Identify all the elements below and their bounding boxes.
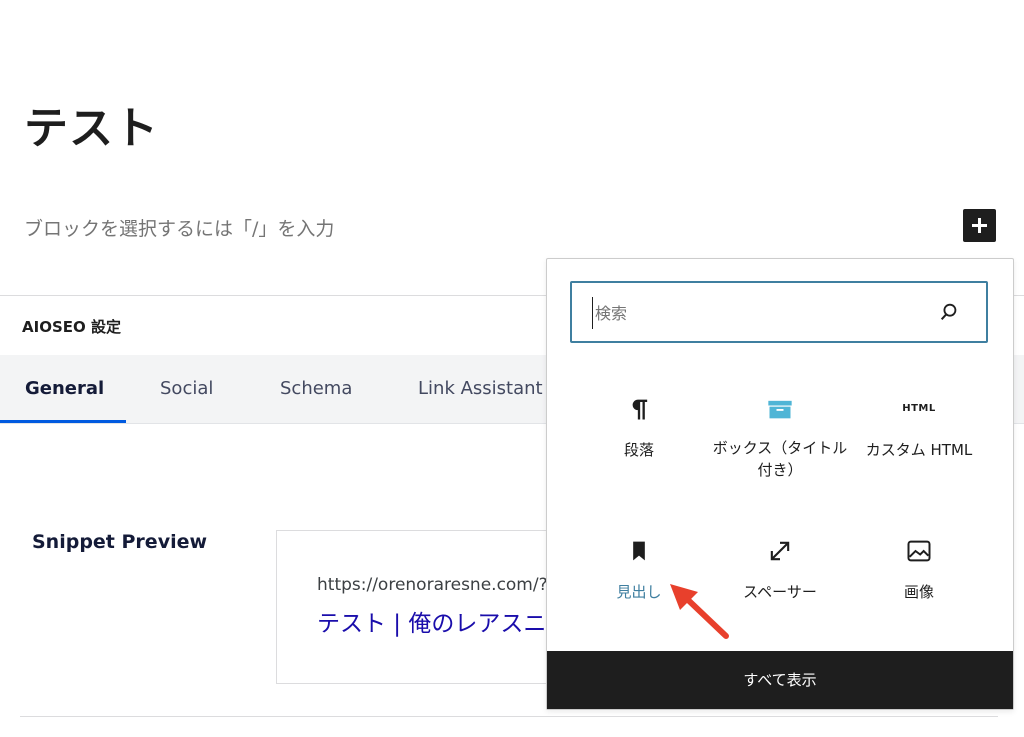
tab-schema[interactable]: Schema [280,355,352,423]
tab-link-assistant[interactable]: Link Assistant [418,355,544,423]
image-icon [907,540,931,562]
paragraph-icon [632,399,648,420]
browse-all-button[interactable]: すべて表示 [547,651,1013,709]
tab-general[interactable]: General [25,355,104,423]
snippet-preview-box: https://orenoraresne.com/? テスト | 俺のレアスニ [276,530,578,684]
post-title[interactable]: テスト [24,92,159,156]
divider [20,716,998,717]
add-block-button[interactable] [963,209,996,242]
block-inserter-popover: 段落 ボックス（タイトル付き） HTML カスタム HTML 見出し スペーサー [546,258,1014,710]
snippet-preview-label: Snippet Preview [32,531,208,553]
aioseo-settings-header[interactable]: AIOSEO 設定 [22,316,121,337]
block-label: 画像 [903,583,934,601]
bookmark-icon [633,541,645,561]
box-icon [768,400,792,419]
annotation-arrow-icon [670,584,729,639]
tab-social[interactable]: Social [160,355,213,423]
snippet-title[interactable]: テスト | 俺のレアスニ [317,604,546,638]
snippet-url: https://orenoraresne.com/? [317,575,548,595]
resize-icon [770,541,790,561]
search-box [570,281,988,343]
search-input[interactable] [592,297,927,329]
block-box-with-title[interactable]: ボックス（タイトル付き） [710,395,850,481]
search-icon [940,303,957,321]
block-custom-html[interactable]: HTML カスタム HTML [849,395,989,461]
block-image[interactable]: 画像 [849,537,989,603]
block-label: カスタム HTML [865,441,973,459]
html-icon: HTML [902,403,936,414]
block-label: 段落 [623,441,654,459]
block-label: ボックス（タイトル付き） [712,439,848,479]
block-paragraph[interactable]: 段落 [569,395,709,461]
block-placeholder[interactable]: ブロックを選択するには「/」を入力 [24,214,334,241]
active-tab-indicator [0,420,126,423]
